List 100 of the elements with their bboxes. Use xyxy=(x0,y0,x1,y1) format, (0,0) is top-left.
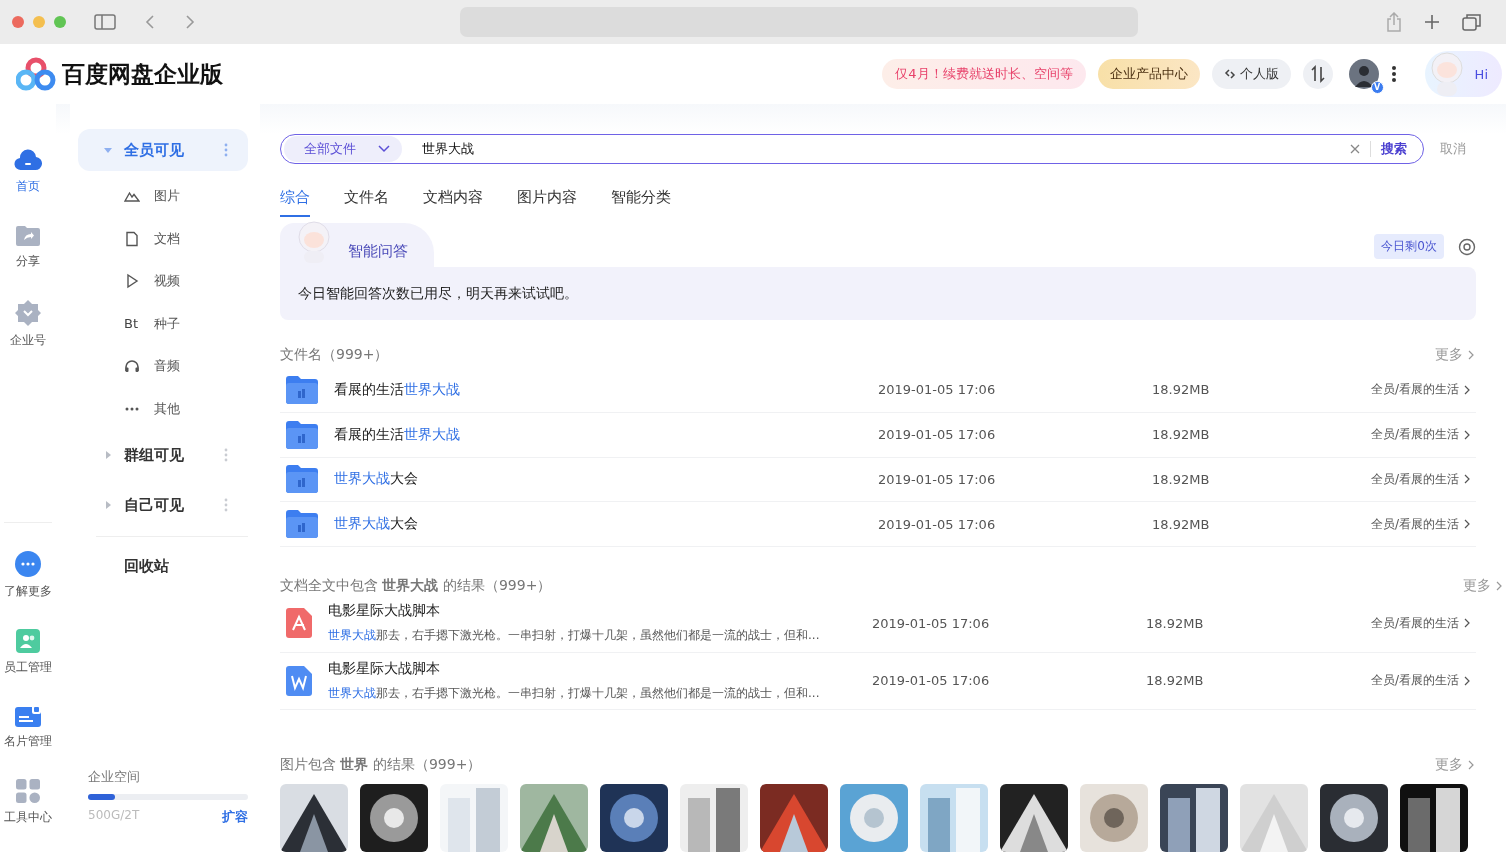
tree-item[interactable]: Bt 种子 xyxy=(78,302,248,345)
file-name[interactable]: 世界大战大会 xyxy=(334,470,878,489)
tree-item[interactable]: 文档 xyxy=(78,217,248,260)
quota-badge: 今日剩0次 xyxy=(1374,234,1444,259)
nav-item[interactable]: 了解更多 xyxy=(4,551,52,600)
forward-icon[interactable] xyxy=(184,14,196,30)
chevron-right-icon xyxy=(1464,429,1470,440)
tree-item[interactable]: 群组可见 xyxy=(78,434,248,476)
people-icon xyxy=(16,629,40,653)
date-cell-text: 2019-01-05 17:06 xyxy=(878,382,997,398)
size-cell-text: 18.92MB xyxy=(1152,382,1211,398)
chevron-right-icon xyxy=(1464,519,1470,530)
up-down-arrows-icon xyxy=(1309,65,1326,83)
folder-icon xyxy=(286,510,318,539)
tree-item[interactable]: 全员可见 xyxy=(78,129,248,171)
chevron-right-icon xyxy=(1468,350,1474,360)
recycle-bin-item[interactable]: 回收站 xyxy=(78,545,248,587)
path-link[interactable]: 全员/看展的生活 xyxy=(1370,471,1470,488)
new-tab-icon[interactable] xyxy=(1424,14,1440,30)
date-cell-text: 2019-01-05 17:06 xyxy=(872,673,991,689)
tree-item[interactable]: 其他 xyxy=(78,387,248,430)
date-cell-text: 2019-01-05 17:06 xyxy=(872,615,991,631)
shared-folder-icon xyxy=(15,225,41,247)
avatar[interactable] xyxy=(1348,59,1379,89)
promo-button[interactable]: 仅4月！续费就送时长、空间等 xyxy=(882,59,1086,89)
folder-icon xyxy=(286,420,318,449)
nav-item[interactable]: 分享 xyxy=(15,225,41,270)
tab[interactable]: 智能分类 xyxy=(611,180,671,217)
ai-tab[interactable]: 智能问答 xyxy=(280,223,434,267)
path-link[interactable]: 全员/看展的生活 xyxy=(1370,515,1470,533)
file-name[interactable]: 看展的生活世界大战 xyxy=(334,380,878,399)
chat-bubble-icon xyxy=(15,551,41,577)
expanded-caret-icon[interactable] xyxy=(104,146,112,154)
badge-icon xyxy=(15,300,41,326)
link-icon xyxy=(1223,68,1236,80)
folder-icon xyxy=(286,375,318,404)
headphones-icon xyxy=(124,358,140,375)
id-card-icon xyxy=(15,705,41,727)
file-name[interactable]: 看展的生活世界大战 xyxy=(334,425,878,444)
close-button[interactable] xyxy=(12,16,24,28)
file-name[interactable]: 世界大战大会 xyxy=(334,515,878,534)
snippet-text: 世界大战那去，右手摁下激光枪。一串扫射，打爆十几架，虽然他们都是一流的战士，但和... xyxy=(328,684,821,702)
search-button[interactable]: 搜索 xyxy=(1381,140,1407,158)
kebab-menu-icon[interactable] xyxy=(224,143,228,157)
path-link[interactable]: 全员/看展的生活 xyxy=(1370,381,1470,399)
storage-usage: 500G/2T xyxy=(88,808,140,824)
maximize-button[interactable] xyxy=(54,16,66,28)
close-icon[interactable] xyxy=(1350,144,1360,154)
scope-dropdown[interactable]: 全部文件 xyxy=(284,136,402,162)
bt-glyph: Bt xyxy=(124,316,139,332)
tree-item[interactable]: 图片 xyxy=(78,175,248,218)
expand-link[interactable]: 扩容 xyxy=(222,808,248,826)
collapsed-caret-icon[interactable] xyxy=(104,451,112,459)
chevron-right-icon xyxy=(1496,581,1502,592)
back-icon[interactable] xyxy=(144,14,156,30)
tabs-overview-icon[interactable] xyxy=(1462,13,1482,31)
nav-item[interactable]: 名片管理 xyxy=(4,705,52,750)
personal-edition-button[interactable]: 个人版 xyxy=(1211,59,1291,89)
path-link[interactable]: 全员/看展的生活 xyxy=(1370,426,1470,444)
section-heading: 文件名（999+） xyxy=(280,346,389,364)
settings-icon[interactable] xyxy=(1458,237,1476,256)
more-icon[interactable] xyxy=(1390,65,1397,83)
nav-item[interactable]: 首页 xyxy=(14,148,42,195)
file-name[interactable]: 电影星际大战脚本 xyxy=(328,602,872,621)
size-cell-text: 18.92MB xyxy=(1152,516,1211,532)
tree-item[interactable]: 视频 xyxy=(78,260,248,303)
sidebar-toggle-icon[interactable] xyxy=(94,14,116,30)
chevron-right-icon xyxy=(1468,760,1474,771)
pdf-file-icon xyxy=(286,608,312,639)
assistant-button[interactable]: Hi xyxy=(1424,51,1502,97)
nav-item[interactable]: 工具中心 xyxy=(4,779,52,826)
section-heading: 图片包含 世界 的结果（999+） xyxy=(280,756,482,775)
play-icon xyxy=(124,273,140,290)
folder-icon xyxy=(286,465,318,494)
size-cell-text: 18.92MB xyxy=(1152,427,1211,443)
chevron-right-icon xyxy=(1464,384,1470,395)
chevron-down-icon xyxy=(378,145,390,153)
file-name[interactable]: 电影星际大战脚本 xyxy=(328,659,872,678)
tab[interactable]: 文档内容 xyxy=(423,180,483,217)
tab[interactable]: 综合 xyxy=(280,180,310,217)
tab[interactable]: 文件名 xyxy=(344,180,389,217)
size-cell-text: 18.92MB xyxy=(1146,615,1205,631)
section-heading: 文档全文中包含 世界大战 的结果（999+） xyxy=(280,577,552,596)
verified-badge: V xyxy=(1370,81,1384,94)
date-cell-text: 2019-01-05 17:06 xyxy=(878,516,997,532)
nav-item[interactable]: 员工管理 xyxy=(4,629,52,676)
transfer-button[interactable] xyxy=(1302,59,1333,89)
chevron-right-icon xyxy=(1464,474,1470,485)
snippet-text: 世界大战那去，右手摁下激光枪。一串扫射，打爆十几架，虽然他们都是一流的战士，但和... xyxy=(328,627,821,645)
storage-label: 企业空间 xyxy=(88,768,141,786)
path-link[interactable]: 全员/看展的生活 xyxy=(1370,672,1470,690)
product-center-button[interactable]: 企业产品中心 xyxy=(1097,59,1200,89)
collapsed-caret-icon[interactable] xyxy=(104,501,112,509)
tree-item[interactable]: 自己可见 xyxy=(78,484,248,526)
nav-item[interactable]: 企业号 xyxy=(10,300,46,349)
share-icon[interactable] xyxy=(1386,12,1402,32)
tree-item[interactable]: 音频 xyxy=(78,345,248,388)
brand-name: 百度网盘企业版 xyxy=(62,59,223,89)
tab[interactable]: 图片内容 xyxy=(517,180,577,217)
path-link[interactable]: 全员/看展的生活 xyxy=(1370,614,1470,632)
